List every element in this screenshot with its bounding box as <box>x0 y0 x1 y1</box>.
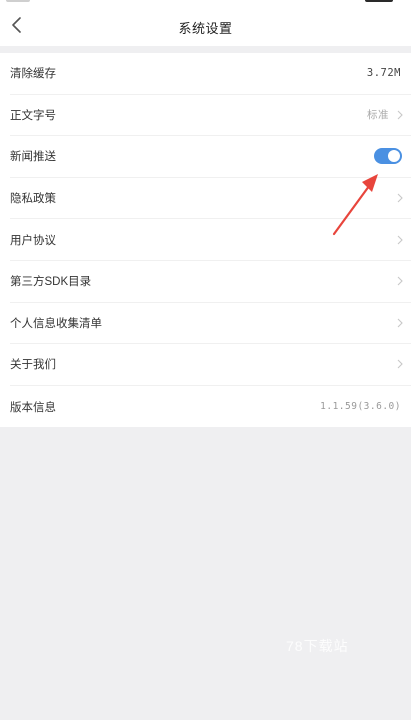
setting-row-about-us[interactable]: 关于我们 <box>10 344 411 386</box>
version-value: 1.1.59(3.6.0) <box>320 401 401 413</box>
status-battery-fragment <box>365 0 393 2</box>
chevron-right-icon <box>397 193 403 203</box>
chevron-right-icon <box>397 235 403 245</box>
setting-label: 正文字号 <box>10 109 56 122</box>
nav-header: 系统设置 <box>0 8 411 46</box>
chevron-right-icon <box>397 318 403 328</box>
watermark: 78下载站 <box>286 638 349 654</box>
toggle-knob <box>388 150 400 163</box>
setting-row-news-push: 新闻推送 <box>10 136 411 178</box>
font-size-value: 标准 <box>367 109 389 122</box>
chevron-right-icon <box>397 276 403 286</box>
setting-label: 个人信息收集清单 <box>10 317 102 330</box>
chevron-left-icon <box>11 16 23 38</box>
setting-row-version-info[interactable]: 版本信息 1.1.59(3.6.0) <box>10 386 411 428</box>
setting-row-font-size[interactable]: 正文字号 标准 <box>10 95 411 137</box>
setting-row-third-party-sdk[interactable]: 第三方SDK目录 <box>10 261 411 303</box>
news-push-toggle[interactable] <box>374 148 402 165</box>
setting-label: 版本信息 <box>10 401 56 414</box>
setting-label: 关于我们 <box>10 359 56 372</box>
page-title: 系统设置 <box>178 20 233 36</box>
setting-label: 新闻推送 <box>10 151 56 164</box>
back-button[interactable] <box>2 12 32 42</box>
setting-label: 清除缓存 <box>10 68 56 81</box>
setting-row-user-agreement[interactable]: 用户协议 <box>10 219 411 261</box>
setting-row-personal-info-list[interactable]: 个人信息收集清单 <box>10 303 411 345</box>
setting-row-clear-cache[interactable]: 清除缓存 3.72M <box>10 53 411 95</box>
chevron-right-icon <box>397 359 403 369</box>
chevron-right-icon <box>397 110 403 120</box>
status-bar <box>0 0 411 8</box>
setting-label: 第三方SDK目录 <box>10 276 92 289</box>
status-time-fragment <box>6 0 30 2</box>
cache-size-value: 3.72M <box>366 67 401 80</box>
setting-label: 隐私政策 <box>10 193 56 206</box>
setting-row-privacy-policy[interactable]: 隐私政策 <box>10 178 411 220</box>
settings-list: 清除缓存 3.72M 正文字号 标准 新闻推送 隐私政策 用户协议 第三方SDK… <box>0 53 411 427</box>
setting-label: 用户协议 <box>10 234 56 247</box>
